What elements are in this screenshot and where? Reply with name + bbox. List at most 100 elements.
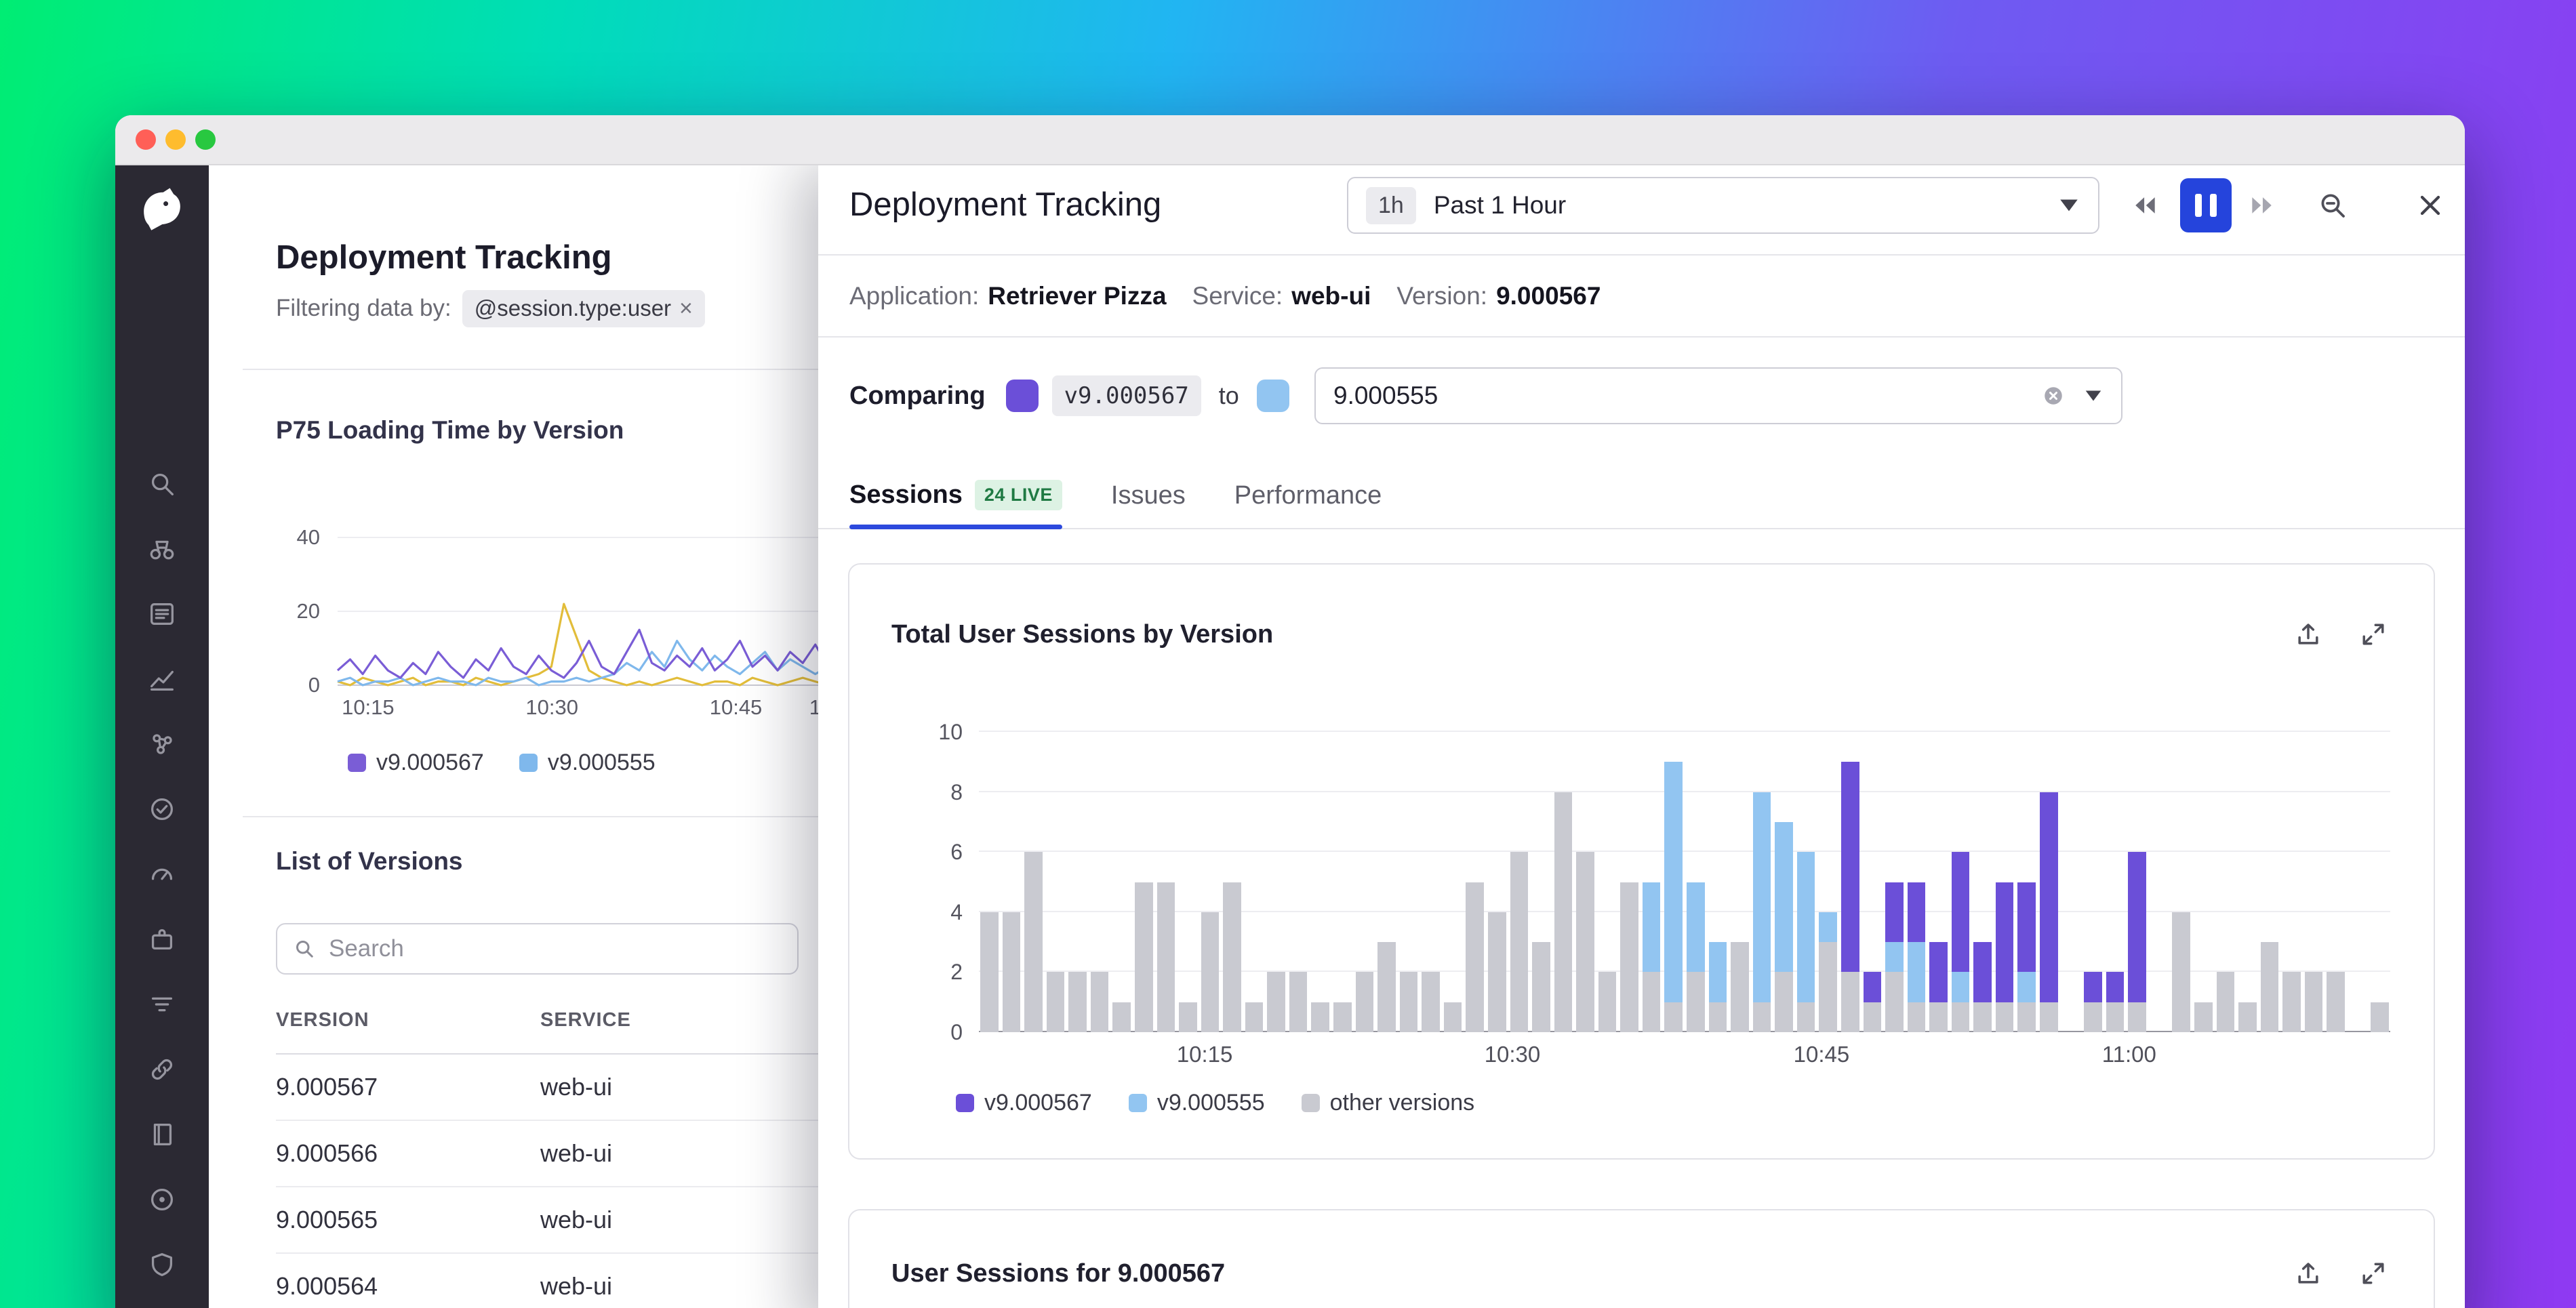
bar: [1377, 942, 1396, 1032]
bar: [2282, 972, 2301, 1032]
bar: [1664, 762, 1683, 1032]
bar: [1731, 942, 1749, 1032]
bar: [1510, 852, 1529, 1032]
datadog-logo-icon[interactable]: [134, 182, 190, 239]
versions-list-title: List of Versions: [276, 847, 463, 876]
sidebar-monitors-icon[interactable]: [142, 789, 182, 830]
close-panel-button[interactable]: [2407, 182, 2454, 229]
card-actions: [2291, 617, 2390, 651]
upload-icon: [2293, 619, 2323, 649]
bar: [1311, 1002, 1329, 1032]
bar: [1466, 882, 1484, 1033]
version-cell: 9.000565: [276, 1206, 540, 1234]
sidebar-watchdog-icon[interactable]: [142, 1179, 182, 1220]
legend-item[interactable]: v9.000555: [1129, 1090, 1265, 1116]
p75-y-labels: 02040: [249, 484, 325, 718]
close-window-button[interactable]: [136, 129, 156, 150]
bar: [1444, 1002, 1462, 1032]
sidebar-processes-icon[interactable]: [142, 724, 182, 764]
close-icon: [2414, 189, 2447, 222]
bar: [2194, 1002, 2213, 1032]
legend-item[interactable]: other versions: [1302, 1090, 1475, 1116]
zoom-window-button[interactable]: [195, 129, 216, 150]
versions-search-box: [276, 923, 799, 975]
bar: [1179, 1002, 1197, 1032]
version-info: Version: 9.000567: [1396, 282, 1601, 310]
legend-swatch: [1302, 1094, 1320, 1112]
filter-label: Filtering data by:: [276, 295, 451, 322]
bar: [1333, 1002, 1352, 1032]
version-value: 9.000567: [1496, 282, 1601, 310]
pause-button[interactable]: [2180, 178, 2232, 232]
bar: [2261, 942, 2279, 1032]
bar: [1532, 942, 1550, 1032]
svg-text:10:30: 10:30: [525, 695, 578, 719]
bar: [1091, 972, 1109, 1032]
tab-issues[interactable]: Issues: [1111, 481, 1186, 528]
expand-chart-button[interactable]: [2356, 1256, 2390, 1290]
legend-item[interactable]: v9.000555: [519, 750, 656, 776]
bar: [1488, 912, 1506, 1032]
sidebar-search-icon[interactable]: [142, 464, 182, 504]
clear-selection-icon[interactable]: [2041, 384, 2066, 408]
tab-label: Sessions: [849, 481, 963, 510]
filter-pill-text: @session.type:user: [475, 295, 671, 321]
bar: [2172, 912, 2190, 1032]
bar: [2040, 792, 2058, 1032]
sidebar-notebooks-icon[interactable]: [142, 1114, 182, 1155]
zoom-out-button[interactable]: [2310, 182, 2356, 228]
main-content: Deployment Tracking Filtering data by: @…: [209, 165, 2465, 1308]
sessions-bar-plot: 024681010:1510:3010:4511:00: [979, 732, 2390, 1032]
time-range-label: Past 1 Hour: [1434, 191, 1566, 220]
bar: [1864, 972, 1882, 1032]
service-info: Service: web-ui: [1192, 282, 1371, 310]
card-title: User Sessions for 9.000567: [891, 1259, 1225, 1288]
time-range-badge: 1h: [1366, 187, 1416, 224]
expand-chart-button[interactable]: [2356, 617, 2390, 651]
compare-version-select[interactable]: 9.000555: [1314, 367, 2122, 424]
bar: [2305, 972, 2323, 1032]
filter-row: Filtering data by: @session.type:user ×: [276, 289, 705, 328]
legend-item[interactable]: v9.000567: [956, 1090, 1092, 1116]
export-chart-button[interactable]: [2291, 617, 2325, 651]
bar: [1356, 972, 1374, 1032]
sidebar-events-icon[interactable]: [142, 594, 182, 634]
sidebar-nav: [115, 464, 209, 1285]
sidebar-ci-pipelines-icon[interactable]: [142, 1049, 182, 1090]
card-title: Total User Sessions by Version: [891, 620, 1273, 649]
version-cell: 9.000567: [276, 1073, 540, 1101]
minimize-window-button[interactable]: [165, 129, 186, 150]
sidebar-logs-icon[interactable]: [142, 984, 182, 1025]
bar: [1047, 972, 1065, 1032]
chevron-down-icon[interactable]: [2083, 389, 2104, 403]
export-chart-button[interactable]: [2291, 1256, 2325, 1290]
legend-label: v9.000567: [984, 1090, 1092, 1116]
sidebar-integrations-icon[interactable]: [142, 919, 182, 960]
to-label: to: [1219, 382, 1239, 410]
bar: [2106, 972, 2125, 1032]
p75-legend: v9.000567 v9.000555: [348, 750, 656, 776]
remove-filter-icon[interactable]: ×: [679, 295, 693, 322]
version-label: Version:: [1396, 282, 1487, 310]
sidebar-metrics-icon[interactable]: [142, 659, 182, 699]
sidebar-binoculars-icon[interactable]: [142, 529, 182, 569]
p75-chart-title: P75 Loading Time by Version: [276, 416, 624, 445]
tab-sessions[interactable]: Sessions 24 LIVE: [849, 480, 1062, 528]
desktop-background: Deployment Tracking Filtering data by: @…: [0, 0, 2576, 1308]
time-range-selector[interactable]: 1h Past 1 Hour: [1347, 177, 2099, 234]
v9000567-color-swatch: [1006, 380, 1039, 412]
tab-performance[interactable]: Performance: [1234, 481, 1382, 528]
legend-label: v9.000555: [548, 750, 656, 776]
bar: [1245, 1002, 1264, 1032]
filter-pill[interactable]: @session.type:user ×: [462, 290, 705, 327]
window-titlebar: [115, 115, 2465, 165]
total-sessions-card: Total User Sessions by Version 024681010…: [848, 563, 2435, 1160]
search-input[interactable]: [329, 935, 782, 962]
skip-back-button[interactable]: [2123, 184, 2167, 227]
sidebar-apm-icon[interactable]: [142, 854, 182, 895]
legend-label: v9.000567: [376, 750, 484, 776]
legend-label: other versions: [1330, 1090, 1475, 1116]
skip-forward-button[interactable]: [2240, 184, 2284, 227]
sidebar-security-icon[interactable]: [142, 1244, 182, 1285]
legend-item[interactable]: v9.000567: [348, 750, 484, 776]
